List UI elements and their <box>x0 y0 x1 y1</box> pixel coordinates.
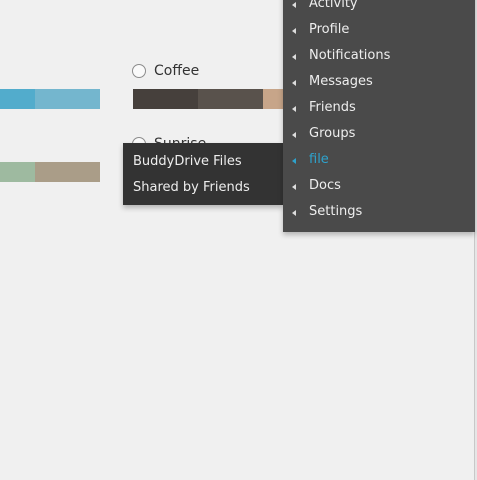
swatch-color <box>35 162 100 182</box>
swatch-color <box>0 89 35 109</box>
left-triangle-icon <box>292 158 296 164</box>
menu-item-file[interactable]: file <box>283 148 475 174</box>
coffee-scheme-swatch[interactable] <box>133 89 288 109</box>
menu-item-label: Activity <box>309 0 358 11</box>
coffee-radio[interactable] <box>132 64 146 78</box>
left-triangle-icon <box>292 54 296 60</box>
coffee-scheme-option[interactable]: Coffee <box>132 63 199 79</box>
submenu-item-buddydrive-files[interactable]: BuddyDrive Files <box>133 154 242 169</box>
menu-item-friends[interactable]: Friends <box>283 96 475 122</box>
menu-item-label: Groups <box>309 126 356 141</box>
left-triangle-icon <box>292 106 296 112</box>
blue-scheme-swatch[interactable] <box>0 89 100 109</box>
menu-item-settings[interactable]: Settings <box>283 200 475 226</box>
menu-item-profile[interactable]: Profile <box>283 18 475 44</box>
left-triangle-icon <box>292 184 296 190</box>
menu-item-label: file <box>309 152 329 167</box>
coffee-scheme-label: Coffee <box>154 63 200 79</box>
menu-item-label: Settings <box>309 204 363 219</box>
menu-item-messages[interactable]: Messages <box>283 70 475 96</box>
swatch-color <box>0 162 35 182</box>
menu-item-label: Profile <box>309 22 350 37</box>
swatch-color <box>35 89 100 109</box>
file-submenu: BuddyDrive Files Shared by Friends <box>123 143 283 205</box>
menu-item-notifications[interactable]: Notifications <box>283 44 475 70</box>
swatch-color <box>198 89 263 109</box>
left-triangle-icon <box>292 28 296 34</box>
menu-item-label: Notifications <box>309 48 391 63</box>
menu-item-label: Friends <box>309 100 356 115</box>
left-triangle-icon <box>292 132 296 138</box>
menu-item-label: Docs <box>309 178 341 193</box>
submenu-item-shared-by-friends[interactable]: Shared by Friends <box>133 180 250 195</box>
menu-item-groups[interactable]: Groups <box>283 122 475 148</box>
swatch-color <box>133 89 198 109</box>
left-triangle-icon <box>292 210 296 216</box>
left-triangle-icon <box>292 80 296 86</box>
menu-item-activity[interactable]: Activity <box>283 0 475 18</box>
left-triangle-icon <box>292 2 296 8</box>
menu-item-label: Messages <box>309 74 373 89</box>
menu-item-docs[interactable]: Docs <box>283 174 475 200</box>
account-menu: Activity Profile Notifications Messages … <box>283 0 475 232</box>
other-scheme-swatch[interactable] <box>0 162 100 182</box>
